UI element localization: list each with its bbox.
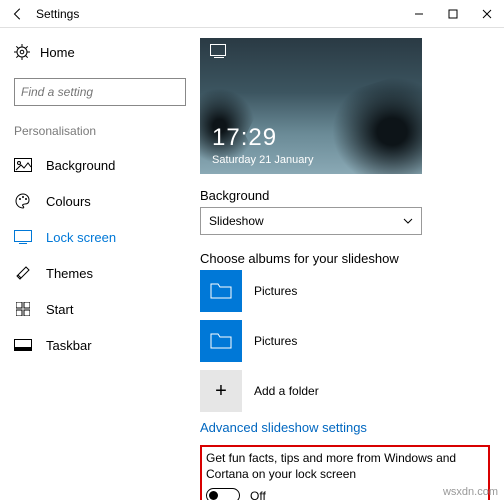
search-input[interactable] [19,84,180,100]
taskbar-icon [14,336,32,354]
sidebar: Home Personalisation Background Colours … [0,28,200,500]
folder-tile-icon [200,270,242,312]
album-row[interactable]: Pictures [200,320,490,362]
palette-icon [14,192,32,210]
advanced-settings-link[interactable]: Advanced slideshow settings [200,420,490,435]
back-button[interactable] [4,0,32,28]
sidebar-item-taskbar[interactable]: Taskbar [0,328,200,362]
start-icon [14,300,32,318]
section-label: Personalisation [0,122,200,146]
sidebar-item-themes[interactable]: Themes [0,256,200,290]
close-button[interactable] [470,0,504,28]
dropdown-value: Slideshow [209,214,264,228]
albums-label: Choose albums for your slideshow [200,251,490,266]
monitor-icon [210,44,226,56]
lockscreen-icon [14,228,32,246]
funfacts-toggle[interactable] [206,488,240,500]
chevron-down-icon [403,218,413,224]
minimize-button[interactable] [402,0,436,28]
album-row[interactable]: Pictures [200,270,490,312]
sidebar-item-label: Background [46,158,115,173]
maximize-button[interactable] [436,0,470,28]
album-label: Pictures [254,284,297,298]
watermark: wsxdn.com [443,486,498,498]
preview-date: Saturday 21 January [212,154,314,166]
sidebar-item-start[interactable]: Start [0,292,200,326]
sidebar-item-label: Themes [46,266,93,281]
window-title: Settings [32,7,79,21]
themes-icon [14,264,32,282]
background-dropdown[interactable]: Slideshow [200,207,422,235]
sidebar-item-label: Start [46,302,73,317]
add-folder-label: Add a folder [254,384,319,398]
folder-tile-icon [200,320,242,362]
gear-icon [14,44,30,60]
sidebar-item-label: Lock screen [46,230,116,245]
background-label: Background [200,188,490,203]
lockscreen-preview[interactable]: 17:29 Saturday 21 January [200,38,422,174]
sidebar-item-background[interactable]: Background [0,148,200,182]
home-nav[interactable]: Home [0,38,200,66]
add-folder-row[interactable]: + Add a folder [200,370,490,412]
sidebar-item-label: Colours [46,194,91,209]
sidebar-item-lockscreen[interactable]: Lock screen [0,220,200,254]
home-label: Home [40,45,75,60]
search-box[interactable] [14,78,186,106]
funfacts-state: Off [250,489,266,500]
plus-icon: + [200,370,242,412]
sidebar-item-label: Taskbar [46,338,92,353]
preview-time: 17:29 [212,124,277,152]
picture-icon [14,156,32,174]
album-label: Pictures [254,334,297,348]
main-pane: 17:29 Saturday 21 January Background Sli… [200,28,504,500]
sidebar-item-colours[interactable]: Colours [0,184,200,218]
funfacts-label: Get fun facts, tips and more from Window… [206,451,484,482]
titlebar: Settings [0,0,504,28]
